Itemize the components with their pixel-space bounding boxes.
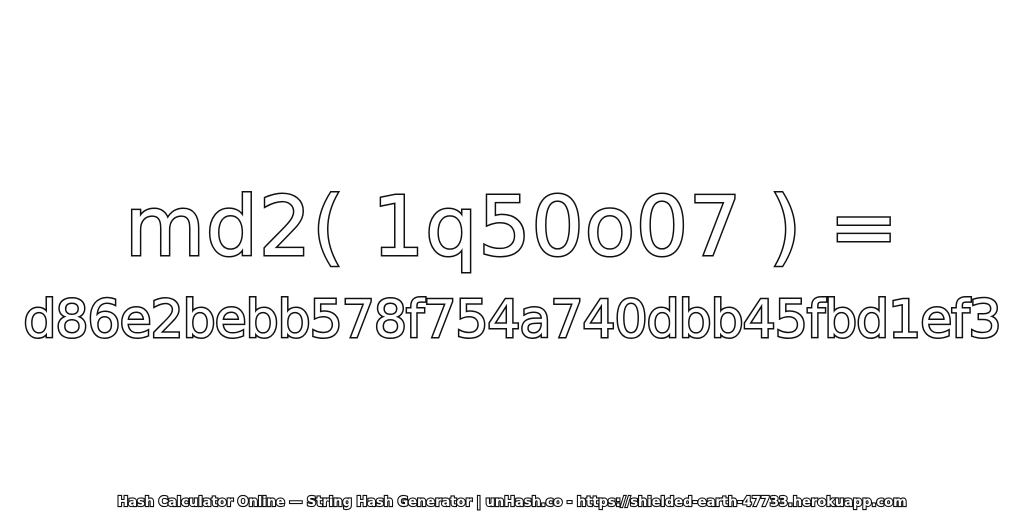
hash-digest: d86e2bebb578f754a740dbb45fbd1ef3 xyxy=(22,289,1003,352)
hash-expression: md2( 1q50o07 ) = xyxy=(123,179,900,277)
footer-caption: Hash Calculator Online — String Hash Gen… xyxy=(116,494,908,511)
